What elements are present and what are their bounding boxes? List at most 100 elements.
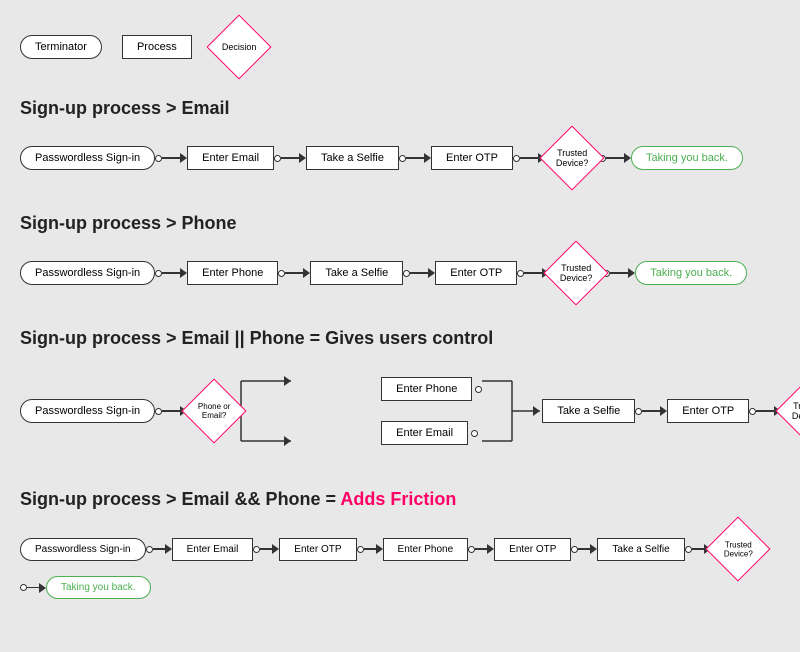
branch-bottom-row: Enter Email <box>381 421 482 445</box>
node-enter-phone-2: Enter Phone <box>187 261 278 285</box>
node-trusted-device-1: TrustedDevice? <box>545 131 599 185</box>
process-shape: Process <box>122 35 192 59</box>
dot <box>146 546 153 553</box>
line <box>610 272 628 274</box>
decision-shape-trusted-2: TrustedDevice? <box>544 240 609 305</box>
connector-3 <box>399 153 431 163</box>
arrow <box>660 406 667 416</box>
node-taking-back-friction: Taking you back. <box>46 576 151 599</box>
c7 <box>20 583 46 593</box>
line <box>27 587 39 589</box>
line <box>260 548 272 550</box>
node-enter-otp-friction-2: Enter OTP <box>494 538 571 561</box>
dot <box>403 270 410 277</box>
dot <box>20 584 27 591</box>
c2 <box>253 544 279 554</box>
section-phone: Sign-up process > Phone Passwordless Sig… <box>20 213 780 300</box>
line <box>364 548 376 550</box>
section-friction-title: Sign-up process > Email && Phone = Adds … <box>20 489 780 510</box>
section-phone-title: Sign-up process > Phone <box>20 213 780 234</box>
node-taking-back-2: Taking you back. <box>635 261 747 285</box>
decision-label-trusted-1: TrustedDevice? <box>556 148 589 168</box>
decision-label-trusted-branch: TrustedDevice? <box>792 401 800 421</box>
node-enter-otp-2: Enter OTP <box>435 261 517 285</box>
node-trusted-device-branch: TrustedDevice? <box>781 384 800 438</box>
friction-highlight: Adds Friction <box>340 489 456 509</box>
line <box>520 157 538 159</box>
arrow <box>628 268 635 278</box>
line <box>410 272 428 274</box>
dot <box>155 270 162 277</box>
c4 <box>468 544 494 554</box>
decision-shape-branch: Phone orEmail? <box>182 378 247 443</box>
connector-1 <box>155 153 187 163</box>
line <box>162 272 180 274</box>
dot <box>749 408 756 415</box>
arrow <box>424 153 431 163</box>
decision-shape-trusted-branch: TrustedDevice? <box>776 378 800 443</box>
node-enter-otp-branch: Enter OTP <box>667 399 749 423</box>
arrow <box>303 268 310 278</box>
node-enter-email-branch: Enter Email <box>381 421 468 445</box>
section-email-title: Sign-up process > Email <box>20 98 780 119</box>
section-friction: Sign-up process > Email && Phone = Adds … <box>20 489 780 599</box>
line <box>756 410 774 412</box>
arrow <box>590 544 597 554</box>
connector-2 <box>274 153 306 163</box>
dot <box>253 546 260 553</box>
terminator-shape: Terminator <box>20 35 102 59</box>
dot <box>468 546 475 553</box>
legend-decision: Decision <box>212 20 266 74</box>
dot <box>274 155 281 162</box>
flow-email: Passwordless Sign-in Enter Email Take a … <box>20 131 780 185</box>
dot <box>357 546 364 553</box>
decision-shape: Decision <box>206 14 271 79</box>
node-take-selfie-2: Take a Selfie <box>310 261 403 285</box>
legend-terminator: Terminator <box>20 35 102 59</box>
node-enter-phone-friction: Enter Phone <box>383 538 469 561</box>
connector-2 <box>278 268 310 278</box>
line <box>162 410 180 412</box>
line <box>162 157 180 159</box>
decision-label: Decision <box>221 42 256 52</box>
merge-svg <box>482 361 542 461</box>
node-take-selfie-1: Take a Selfie <box>306 146 399 170</box>
process-label: Process <box>137 41 177 53</box>
line <box>692 548 704 550</box>
arrow <box>376 544 383 554</box>
arrow <box>165 544 172 554</box>
line <box>606 157 624 159</box>
connector-b2 <box>635 406 667 416</box>
node-enter-otp-friction-1: Enter OTP <box>279 538 356 561</box>
line <box>524 272 542 274</box>
connector-1 <box>155 268 187 278</box>
decision-shape-wrapper: Decision <box>212 20 266 74</box>
node-enter-otp-1: Enter OTP <box>431 146 513 170</box>
dot <box>155 408 162 415</box>
decision-label-branch: Phone orEmail? <box>198 402 230 420</box>
dot <box>399 155 406 162</box>
dot <box>278 270 285 277</box>
connector-3 <box>403 268 435 278</box>
line <box>153 548 165 550</box>
node-passwordless-friction: Passwordless Sign-in <box>20 538 146 561</box>
branch-top-row: Enter Phone <box>381 377 482 401</box>
section-email: Sign-up process > Email Passwordless Sig… <box>20 98 780 185</box>
arrow <box>180 153 187 163</box>
arrow <box>299 153 306 163</box>
legend: Terminator Process Decision <box>20 20 780 74</box>
node-trusted-device-2: TrustedDevice? <box>549 246 603 300</box>
line <box>406 157 424 159</box>
flow-branch: Passwordless Sign-in Phone orEmail? <box>20 361 780 461</box>
dot <box>513 155 520 162</box>
legend-process: Process <box>122 35 192 59</box>
dot <box>685 546 692 553</box>
dot <box>475 386 482 393</box>
flow-friction: Passwordless Sign-in Enter Email Enter O… <box>20 522 780 599</box>
line <box>642 410 660 412</box>
dot <box>471 430 478 437</box>
line <box>475 548 487 550</box>
arrow <box>624 153 631 163</box>
branch-nodes: Enter Phone Enter Email <box>381 377 482 445</box>
c5 <box>571 544 597 554</box>
